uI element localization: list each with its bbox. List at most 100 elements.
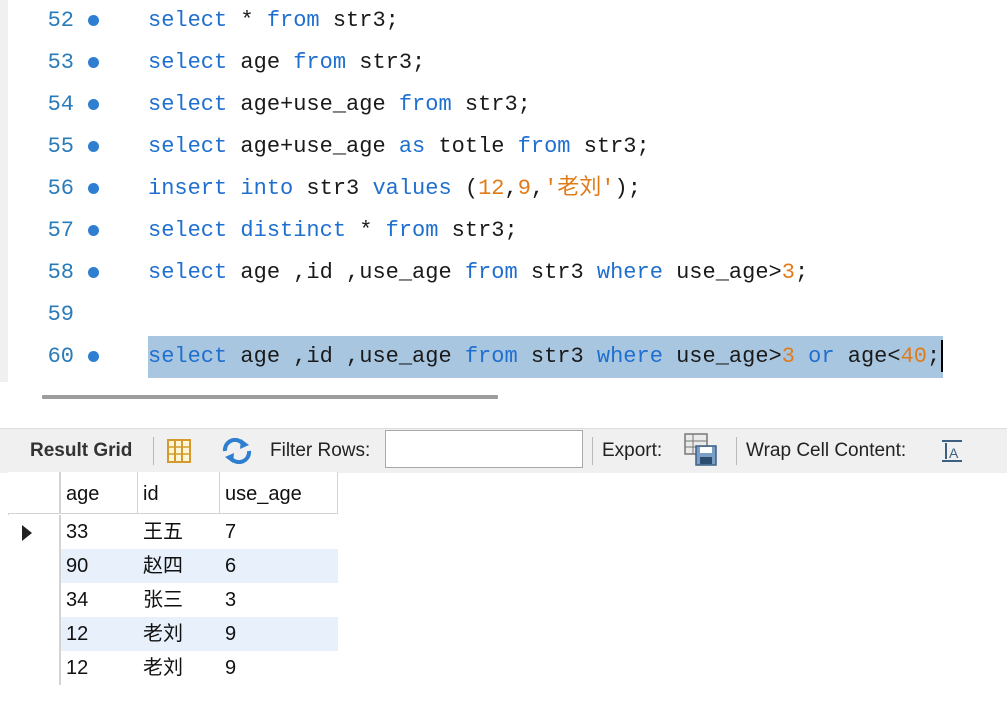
column-header-id[interactable]: id xyxy=(138,472,220,514)
line-number: 60 xyxy=(47,344,74,369)
table-cell[interactable]: 12 xyxy=(60,651,138,685)
table-cell[interactable]: 老刘 xyxy=(138,651,220,685)
statement-text[interactable]: insert into str3 values (12,9,'老刘'); xyxy=(148,168,641,210)
grid-header-row: age id use_age xyxy=(8,472,338,514)
sql-keyword: distinct xyxy=(240,218,347,243)
row-header[interactable] xyxy=(8,515,60,549)
sql-text: str3; xyxy=(319,8,399,33)
row-header[interactable] xyxy=(8,549,60,583)
horizontal-scrollbar[interactable] xyxy=(42,395,498,399)
column-header-use-age[interactable]: use_age xyxy=(220,472,338,514)
sql-keyword: from xyxy=(293,50,347,75)
column-header-age[interactable]: age xyxy=(60,472,138,514)
sql-text: * xyxy=(227,8,267,33)
statement-text[interactable]: select age ,id ,use_age from str3 where … xyxy=(148,252,808,294)
sql-keyword: from xyxy=(385,218,439,243)
table-cell[interactable]: 34 xyxy=(60,583,138,617)
sql-literal: 3 xyxy=(781,260,795,285)
code-line[interactable]: 53 select age from str3; xyxy=(0,42,1007,84)
toolbar-separator xyxy=(736,437,737,465)
code-line[interactable]: 56 insert into str3 values (12,9,'老刘'); xyxy=(0,168,1007,210)
statement-text[interactable]: select age from str3; xyxy=(148,42,425,84)
line-number: 59 xyxy=(47,302,74,327)
grid-layout-icon[interactable] xyxy=(166,438,192,470)
statement-marker-icon xyxy=(88,183,99,194)
text-cursor xyxy=(941,340,944,373)
statement-marker-icon xyxy=(88,99,99,110)
code-line[interactable]: 55 select age+use_age as totle from str3; xyxy=(0,126,1007,168)
table-row[interactable]: 34 张三 3 xyxy=(8,583,338,617)
sql-text: str3; xyxy=(451,92,531,117)
selected-statement[interactable]: select age ,id ,use_age from str3 where … xyxy=(148,336,944,378)
row-header[interactable] xyxy=(8,651,60,685)
statement-text[interactable]: select distinct * from str3; xyxy=(148,210,518,252)
line-number: 52 xyxy=(47,8,74,33)
row-header[interactable] xyxy=(8,583,60,617)
sql-keyword: select xyxy=(148,50,228,75)
table-row[interactable]: 12 老刘 9 xyxy=(8,617,338,651)
table-cell[interactable]: 赵四 xyxy=(138,549,220,583)
sql-keyword: or xyxy=(808,344,835,369)
table-cell[interactable]: 9 xyxy=(220,617,338,651)
sql-text: age ,id ,use_age xyxy=(227,344,465,369)
refresh-icon[interactable] xyxy=(221,437,253,470)
sql-text: str3; xyxy=(570,134,650,159)
sql-text: * xyxy=(346,218,386,243)
sql-text: totle xyxy=(425,134,518,159)
toolbar-separator xyxy=(153,437,154,465)
sql-text: str3; xyxy=(438,218,518,243)
wrap-text-icon[interactable]: A xyxy=(940,439,964,469)
line-number: 54 xyxy=(47,92,74,117)
sql-keyword: insert xyxy=(148,176,228,201)
table-cell[interactable]: 6 xyxy=(220,549,338,583)
sql-text: ); xyxy=(614,176,641,201)
export-icon[interactable] xyxy=(684,433,720,473)
svg-text:A: A xyxy=(949,445,959,461)
sql-text: ; xyxy=(926,344,941,369)
current-row-arrow-icon xyxy=(22,525,32,541)
code-line[interactable]: 54 select age+use_age from str3; xyxy=(0,84,1007,126)
sql-keyword: from xyxy=(517,134,571,159)
code-line[interactable]: 60 select age ,id ,use_age from str3 wher… xyxy=(0,336,1007,378)
filter-rows-input[interactable] xyxy=(385,430,583,468)
statement-text[interactable]: select * from str3; xyxy=(148,0,399,42)
sql-keyword: values xyxy=(372,176,452,201)
statement-marker-icon xyxy=(88,141,99,152)
sql-text: use_age> xyxy=(662,260,782,285)
sql-text: str3 xyxy=(517,344,597,369)
statement-text[interactable]: select age+use_age as totle from str3; xyxy=(148,126,650,168)
table-row[interactable]: 33 王五 7 xyxy=(8,515,338,549)
table-cell[interactable]: 12 xyxy=(60,617,138,651)
table-cell[interactable]: 王五 xyxy=(138,515,220,549)
code-line[interactable]: 59 xyxy=(0,294,1007,336)
table-cell[interactable]: 老刘 xyxy=(138,617,220,651)
sql-keyword: select xyxy=(148,92,228,117)
code-line[interactable]: 57 select distinct * from str3; xyxy=(0,210,1007,252)
statement-marker-icon xyxy=(88,267,99,278)
table-cell[interactable]: 7 xyxy=(220,515,338,549)
table-cell[interactable]: 9 xyxy=(220,651,338,685)
table-cell[interactable]: 3 xyxy=(220,583,338,617)
result-grid-tab[interactable]: Result Grid xyxy=(30,440,132,462)
table-row[interactable]: 12 老刘 9 xyxy=(8,651,338,685)
statement-text[interactable]: select age+use_age from str3; xyxy=(148,84,531,126)
table-cell[interactable]: 张三 xyxy=(138,583,220,617)
sql-editor[interactable]: 52 select * from str3; 53 select age from s… xyxy=(0,0,1007,382)
code-line[interactable]: 52 select * from str3; xyxy=(0,0,1007,42)
code-line[interactable]: 58 select age ,id ,use_age from str3 wher… xyxy=(0,252,1007,294)
sql-keyword: select xyxy=(148,260,228,285)
table-cell[interactable]: 33 xyxy=(60,515,138,549)
wrap-cell-content-label: Wrap Cell Content: xyxy=(746,440,907,461)
sql-keyword: from xyxy=(464,344,518,369)
row-header[interactable] xyxy=(8,617,60,651)
table-cell[interactable]: 90 xyxy=(60,549,138,583)
row-header-corner xyxy=(8,472,60,514)
sql-keyword: select xyxy=(148,8,228,33)
table-row[interactable]: 90 赵四 6 xyxy=(8,549,338,583)
statement-marker-icon xyxy=(88,15,99,26)
export-label: Export: xyxy=(602,440,663,461)
sql-keyword: where xyxy=(596,344,663,369)
sql-text: str3 xyxy=(517,260,597,285)
sql-text: age< xyxy=(834,344,901,369)
